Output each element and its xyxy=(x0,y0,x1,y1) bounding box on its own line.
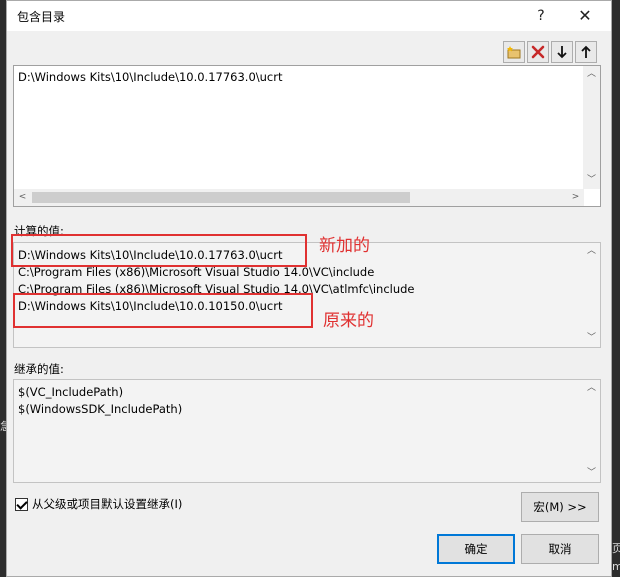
evaluated-vertical-scrollbar[interactable]: ︿ ﹀ xyxy=(583,243,600,347)
evaluated-line: C:\Program Files (x86)\Microsoft Visual … xyxy=(18,265,375,279)
new-line-button[interactable] xyxy=(503,41,525,63)
delete-icon xyxy=(531,45,545,59)
move-up-icon xyxy=(581,45,591,58)
inherit-checkbox[interactable] xyxy=(15,497,28,511)
editor-toolbar xyxy=(503,41,597,63)
delete-button[interactable] xyxy=(527,41,549,63)
inherited-value-label: 继承的值: xyxy=(14,362,64,376)
dialog-title: 包含目录 xyxy=(17,10,66,24)
inherited-line: $(WindowsSDK_IncludePath) xyxy=(18,402,183,416)
scroll-left-arrow-icon[interactable]: < xyxy=(14,189,31,206)
scroll-down-arrow-icon[interactable]: ﹀ xyxy=(583,172,600,189)
new-line-icon xyxy=(507,46,521,59)
include-directories-editor[interactable]: D:\Windows Kits\10\Include\10.0.17763.0\… xyxy=(13,65,601,207)
annotation-label-new: 新加的 xyxy=(319,236,370,256)
scroll-down-arrow-icon[interactable]: ﹀ xyxy=(583,330,600,347)
scroll-right-arrow-icon[interactable]: > xyxy=(567,189,584,206)
background-text-right-2: ma xyxy=(612,560,620,573)
close-button[interactable]: ✕ xyxy=(563,1,607,31)
inherited-vertical-scrollbar[interactable]: ︿ ﹀ xyxy=(583,380,600,482)
scroll-up-arrow-icon[interactable]: ︿ xyxy=(583,380,600,397)
editor-horizontal-scrollbar[interactable]: < > xyxy=(14,189,584,206)
horizontal-scroll-thumb[interactable] xyxy=(32,192,410,203)
scroll-up-arrow-icon[interactable]: ︿ xyxy=(583,243,600,260)
move-up-button[interactable] xyxy=(575,41,597,63)
inherited-line: $(VC_IncludePath) xyxy=(18,385,124,399)
scroll-up-arrow-icon[interactable]: ︿ xyxy=(583,66,600,83)
editor-line[interactable]: D:\Windows Kits\10\Include\10.0.17763.0\… xyxy=(18,70,283,84)
inherit-checkbox-label[interactable]: 从父级或项目默认设置继承(I) xyxy=(32,496,182,512)
editor-vertical-scrollbar[interactable]: ︿ ﹀ xyxy=(583,66,600,189)
scroll-down-arrow-icon[interactable]: ﹀ xyxy=(583,465,600,482)
ok-button[interactable]: 确定 xyxy=(437,534,515,564)
inherit-checkbox-row[interactable]: 从父级或项目默认设置继承(I) xyxy=(15,496,182,512)
macros-button[interactable]: 宏(M) >> xyxy=(521,492,599,522)
annotation-label-original: 原来的 xyxy=(323,311,374,331)
move-down-icon xyxy=(557,46,567,59)
background-text-right-1: 页 xyxy=(612,542,620,555)
inherited-value-list: $(VC_IncludePath) $(WindowsSDK_IncludePa… xyxy=(13,379,601,483)
move-down-button[interactable] xyxy=(551,41,573,63)
title-bar: 包含目录 ? ✕ xyxy=(7,1,611,31)
cancel-button[interactable]: 取消 xyxy=(521,534,599,564)
annotation-box-new xyxy=(11,234,307,267)
annotation-box-original xyxy=(13,293,313,328)
include-directories-dialog: 包含目录 ? ✕ D:\Windows Kits\10\Include\10.0… xyxy=(6,0,612,577)
help-button[interactable]: ? xyxy=(519,1,563,31)
